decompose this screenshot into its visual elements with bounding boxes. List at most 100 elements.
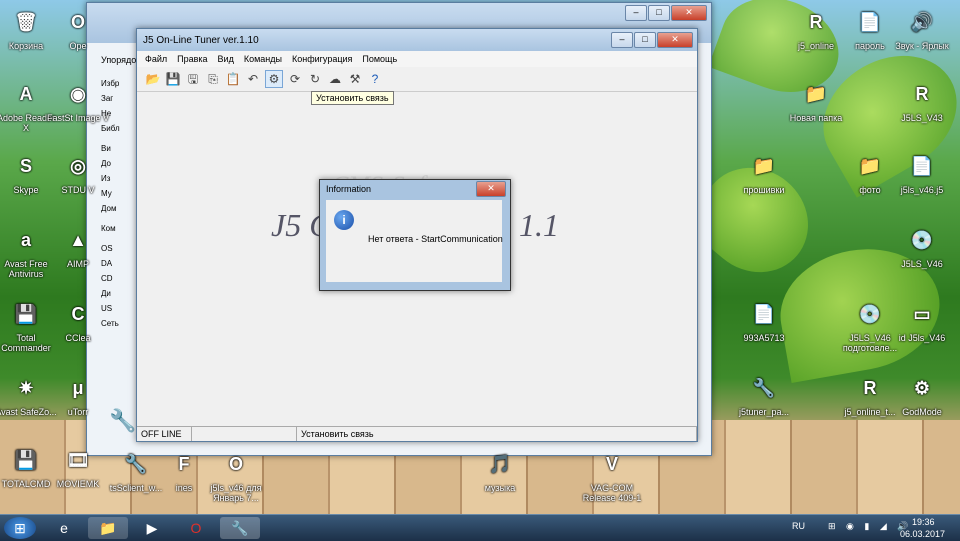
desktop-icon[interactable]: C CClea — [46, 298, 110, 343]
close-button[interactable]: ✕ — [671, 5, 707, 21]
desktop-icon[interactable]: 📄 j5ls_v46.j5 — [890, 150, 954, 195]
desktop-icon-image: ✷ — [18, 378, 34, 398]
read-icon[interactable]: ⟳ — [287, 71, 303, 87]
watermark-right: 1.1 — [519, 207, 559, 243]
save-icon[interactable]: 💾 — [165, 71, 181, 87]
clock-date[interactable]: 06.03.2017 — [900, 529, 945, 539]
undo-icon[interactable]: ↶ — [245, 71, 261, 87]
maximize-button[interactable]: □ — [634, 32, 656, 48]
desktop-icon[interactable]: 📄 993A5713 — [732, 298, 796, 343]
desktop-icon-label: Звук - Ярлык — [895, 41, 949, 51]
dialog-close-button[interactable]: ✕ — [476, 181, 506, 197]
minimize-button[interactable]: – — [625, 5, 647, 21]
desktop-icon[interactable]: μ uTorr — [46, 372, 110, 417]
menu-item[interactable]: Вид — [218, 54, 234, 64]
desktop-icon-image: R — [915, 84, 929, 104]
explorer-nav-item[interactable]: Библ — [101, 124, 141, 144]
desktop-icon-image: ◉ — [70, 84, 86, 104]
desktop-icon[interactable]: O Ope — [46, 6, 110, 51]
desktop-icon-label: Ope — [69, 41, 87, 51]
desktop-icon-image: 💿 — [910, 230, 934, 250]
help-icon[interactable]: ? — [367, 71, 383, 87]
desktop-icon[interactable]: ◎ STDU V — [46, 150, 110, 195]
copy-icon[interactable]: ⎘ — [205, 71, 221, 87]
menu-item[interactable]: Конфигурация — [292, 54, 352, 64]
desktop-icon-label: J5LS_V43 — [901, 113, 943, 123]
desktop-icon-image: 🔊 — [910, 12, 934, 32]
information-dialog[interactable]: Information ✕ i Нет ответа - StartCommun… — [319, 179, 511, 291]
desktop-icon[interactable]: 💿 J5LS_V46 — [890, 224, 954, 269]
desktop-icon-image: 📄 — [910, 156, 934, 176]
desktop-icon[interactable]: 📁 прошивки — [732, 150, 796, 195]
save-as-icon[interactable]: 🖫 — [185, 71, 201, 87]
explorer-nav-item[interactable]: CD — [101, 274, 141, 289]
connect-icon[interactable]: ⚙ — [265, 70, 283, 88]
desktop-icon[interactable]: ⚙ GodMode — [890, 372, 954, 417]
desktop-icon-label: Новая папка — [789, 113, 843, 123]
desktop-icon[interactable]: 🎞 MOVIEMK — [46, 444, 110, 489]
refresh-icon[interactable]: ↻ — [307, 71, 323, 87]
tuner-titlebar[interactable]: J5 On-Line Tuner ver.1.10 – □ ✕ — [137, 29, 697, 51]
dialog-titlebar[interactable]: Information ✕ — [320, 180, 510, 198]
clock-time[interactable]: 19:36 — [912, 517, 935, 527]
explorer-task-icon[interactable]: 📁 — [88, 517, 128, 539]
language-indicator[interactable]: RU — [792, 521, 805, 531]
menu-item[interactable]: Правка — [177, 54, 207, 64]
desktop-icon-image: R — [809, 12, 823, 32]
desktop-icon[interactable]: 🎵 музыка — [468, 448, 532, 493]
organize-button[interactable]: Упорядо — [101, 55, 136, 65]
desktop-icon-label: J5LS_V46 — [901, 259, 943, 269]
desktop-icon[interactable]: V VAG-COM Release 409-1 — [580, 448, 644, 503]
explorer-nav-item[interactable]: Дом — [101, 204, 141, 224]
desktop-icon-image: A — [19, 84, 33, 104]
desktop-icon[interactable]: ◉ FastSt Image V — [46, 78, 110, 123]
status-bar: OFF LINE Установить связь — [137, 426, 697, 441]
desktop-icon-label: прошивки — [743, 185, 785, 195]
opera-icon[interactable]: O — [176, 517, 216, 539]
desktop-icon-label: CClea — [65, 333, 91, 343]
desktop-icon-image: ⚙ — [913, 378, 931, 398]
start-button[interactable]: ⊞ — [4, 517, 36, 539]
open-icon[interactable]: 📂 — [145, 71, 161, 87]
tuner-task-icon[interactable]: 🔧 — [220, 517, 260, 539]
desktop-icon-image: R — [863, 378, 877, 398]
settings-icon[interactable]: ⚒ — [347, 71, 363, 87]
desktop-icon[interactable]: 📁 Новая папка — [784, 78, 848, 123]
desktop-icon-image: 🔧 — [752, 378, 776, 398]
desktop-icon-image: 📁 — [804, 84, 828, 104]
dialog-title: Information — [326, 184, 372, 194]
paste-icon[interactable]: 📋 — [225, 71, 241, 87]
desktop-icon[interactable]: R J5LS_V43 — [890, 78, 954, 123]
cloud-icon[interactable]: ☁ — [327, 71, 343, 87]
desktop-icon-image: ◎ — [70, 156, 86, 176]
toolbar: 📂 💾 🖫 ⎘ 📋 ↶ ⚙ ⟳ ↻ ☁ ⚒ ? — [137, 67, 697, 92]
dialog-message: Нет ответа - StartCommunication — [368, 234, 503, 244]
desktop-icon-label: GodMode — [902, 407, 942, 417]
desktop-icon-image: 📁 — [858, 156, 882, 176]
desktop-icon[interactable]: 🔊 Звук - Ярлык — [890, 6, 954, 51]
desktop-icon-label: j5tuner_pa... — [738, 407, 790, 417]
connection-status: OFF LINE — [137, 427, 192, 441]
desktop-icon-label: 993A5713 — [743, 333, 785, 343]
menu-item[interactable]: Файл — [145, 54, 167, 64]
desktop-icon[interactable]: ▭ id J5ls_V46 — [890, 298, 954, 343]
minimize-button[interactable]: – — [611, 32, 633, 48]
menu-item[interactable]: Помощь — [362, 54, 397, 64]
tuner-title: J5 On-Line Tuner ver.1.10 — [143, 34, 259, 46]
close-button[interactable]: ✕ — [657, 32, 693, 48]
media-player-icon[interactable]: ▶ — [132, 517, 172, 539]
desktop-icon-label: id J5ls_V46 — [898, 333, 946, 343]
maximize-button[interactable]: □ — [648, 5, 670, 21]
desktop-icon-image: C — [71, 304, 85, 324]
desktop-icon-label: uTorr — [67, 407, 89, 417]
desktop-icon-label: VAG-COM Release 409-1 — [582, 483, 642, 503]
desktop-icon[interactable]: Oj5ls_v46 для Январь 7... — [204, 448, 268, 503]
menu-item[interactable]: Команды — [244, 54, 282, 64]
desktop-icon[interactable]: 🔧 j5tuner_pa... — [732, 372, 796, 417]
desktop-icon[interactable]: ▲ AIMP — [46, 224, 110, 269]
ie-icon[interactable]: e — [44, 517, 84, 539]
desktop-icon-image: 💾 — [14, 450, 38, 470]
desktop-icon-image: S — [19, 156, 32, 176]
desktop-icon-label: музыка — [484, 483, 516, 493]
desktop-icon-image: 💿 — [858, 304, 882, 324]
